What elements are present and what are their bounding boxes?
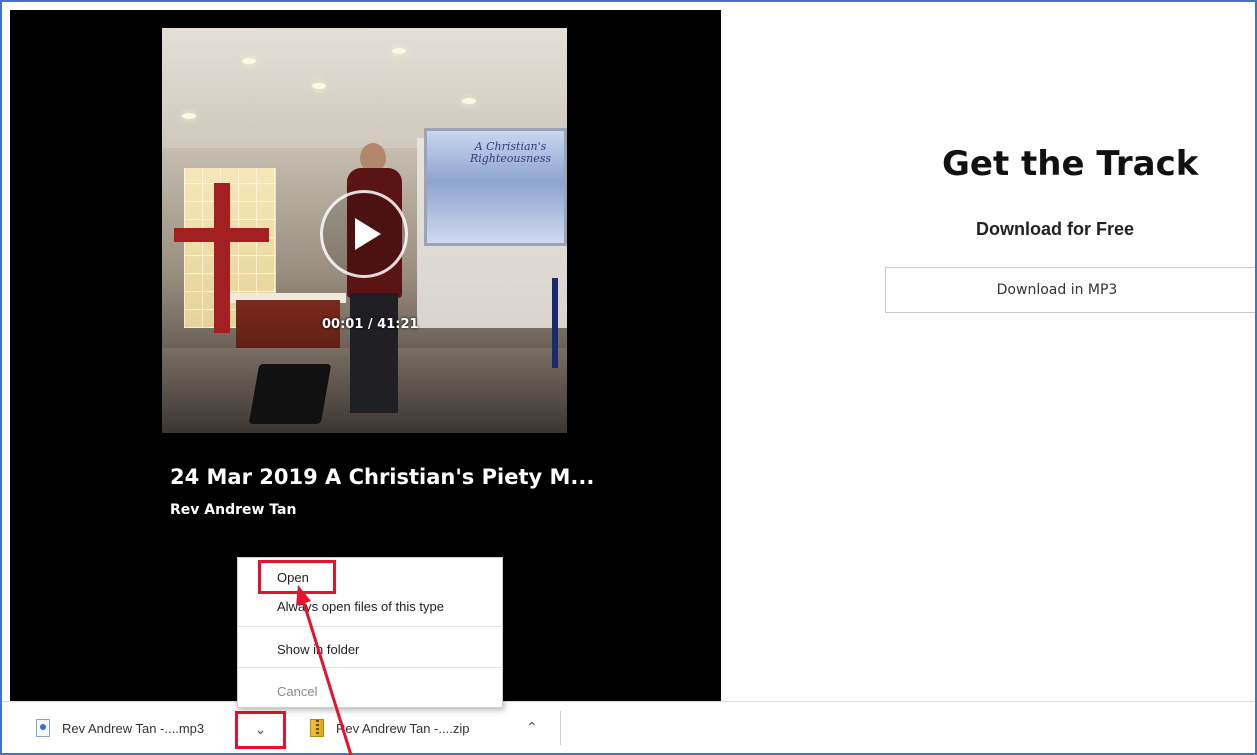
menu-divider: [238, 626, 502, 627]
speaker-person: [350, 293, 398, 413]
cross: [174, 228, 269, 242]
cross: [214, 183, 230, 333]
download-item-zip[interactable]: Rev Andrew Tan -....zip: [310, 702, 469, 754]
zip-options-button[interactable]: ⌃: [526, 702, 538, 754]
music-stand: [552, 278, 558, 368]
audio-file-icon: [36, 719, 50, 737]
get-track-heading: Get the Track: [942, 144, 1199, 184]
ceiling-light: [312, 83, 326, 89]
download-item-mp3[interactable]: Rev Andrew Tan -....mp3: [36, 702, 204, 754]
menu-item-always-open[interactable]: Always open files of this type: [277, 599, 444, 614]
track-artist: Rev Andrew Tan: [170, 502, 297, 518]
projection-screen: A Christian's Righteousness: [424, 128, 567, 246]
menu-item-show-in-folder[interactable]: Show in folder: [277, 642, 359, 657]
speaker: [248, 364, 332, 424]
playback-time: 00:01 / 41:21: [322, 317, 419, 332]
menu-divider: [238, 667, 502, 668]
ceiling-light: [242, 58, 256, 64]
track-title: 24 Mar 2019 A Christian's Piety M...: [170, 465, 595, 489]
play-icon: [354, 218, 381, 250]
chevron-down-icon: ⌄: [254, 722, 267, 738]
ceiling-light: [392, 48, 406, 54]
screenshot-frame: A Christian's Righteousness 00:01 / 41:2…: [0, 0, 1257, 755]
chevron-up-icon: ⌃: [526, 720, 538, 736]
mp3-options-button[interactable]: ⌄: [235, 711, 286, 749]
download-filename: Rev Andrew Tan -....mp3: [62, 720, 205, 736]
download-free-subheading: Download for Free: [976, 219, 1135, 239]
ceiling-light: [462, 98, 476, 104]
play-button[interactable]: [320, 190, 408, 278]
zip-file-icon: [310, 719, 324, 737]
projection-screen-text: A Christian's Righteousness: [469, 140, 552, 165]
download-bar: Rev Andrew Tan -....mp3 Rev Andrew Tan -…: [2, 701, 1255, 753]
download-filename: Rev Andrew Tan -....zip: [336, 720, 470, 736]
menu-item-cancel[interactable]: Cancel: [277, 684, 317, 699]
divider: [560, 711, 561, 745]
ceiling-light: [182, 113, 196, 119]
open-highlight-box: [258, 560, 336, 594]
download-mp3-button[interactable]: Download in MP3: [885, 267, 1255, 313]
download-mp3-label: Download in MP3: [996, 282, 1118, 298]
